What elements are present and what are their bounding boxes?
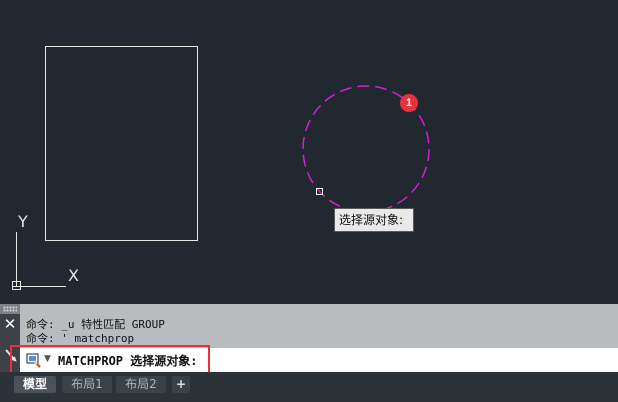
panel-grip-handle[interactable] bbox=[0, 304, 20, 314]
step-badge: 1 bbox=[400, 94, 418, 112]
drawing-canvas[interactable]: 1 选择源对象: Y X bbox=[0, 0, 618, 304]
ucs-y-label: Y bbox=[18, 212, 28, 231]
close-icon[interactable]: ✕ bbox=[2, 316, 18, 332]
history-line-2: 命令: ' matchprop bbox=[26, 332, 135, 345]
drawn-rectangle[interactable] bbox=[45, 46, 198, 241]
tab-model[interactable]: 模型 bbox=[14, 376, 56, 393]
customize-wrench-icon[interactable] bbox=[3, 348, 17, 362]
command-input-text[interactable]: MATCHPROP 选择源对象: bbox=[58, 352, 197, 369]
drawing-svg[interactable] bbox=[0, 0, 618, 304]
tab-layout1[interactable]: 布局1 bbox=[62, 376, 112, 393]
command-history: 命令: _u 特性匹配 GROUP 命令: ' matchprop bbox=[26, 318, 165, 346]
history-line-1: 命令: _u 特性匹配 GROUP bbox=[26, 318, 165, 331]
add-layout-button[interactable]: + bbox=[172, 376, 190, 393]
matchprop-brush-icon[interactable] bbox=[26, 352, 42, 368]
chevron-down-icon[interactable]: ▼ bbox=[44, 354, 51, 364]
layout-tabs-bar: 模型 布局1 布局2 + bbox=[0, 372, 618, 402]
tab-layout2[interactable]: 布局2 bbox=[116, 376, 166, 393]
ucs-x-label: X bbox=[68, 266, 79, 285]
command-input[interactable]: ▼ MATCHPROP 选择源对象: bbox=[20, 348, 618, 372]
command-line-panel: ✕ 命令: _u 特性匹配 GROUP 命令: ' matchprop ▼ MA… bbox=[0, 304, 618, 372]
cursor-tooltip: 选择源对象: bbox=[334, 208, 414, 232]
